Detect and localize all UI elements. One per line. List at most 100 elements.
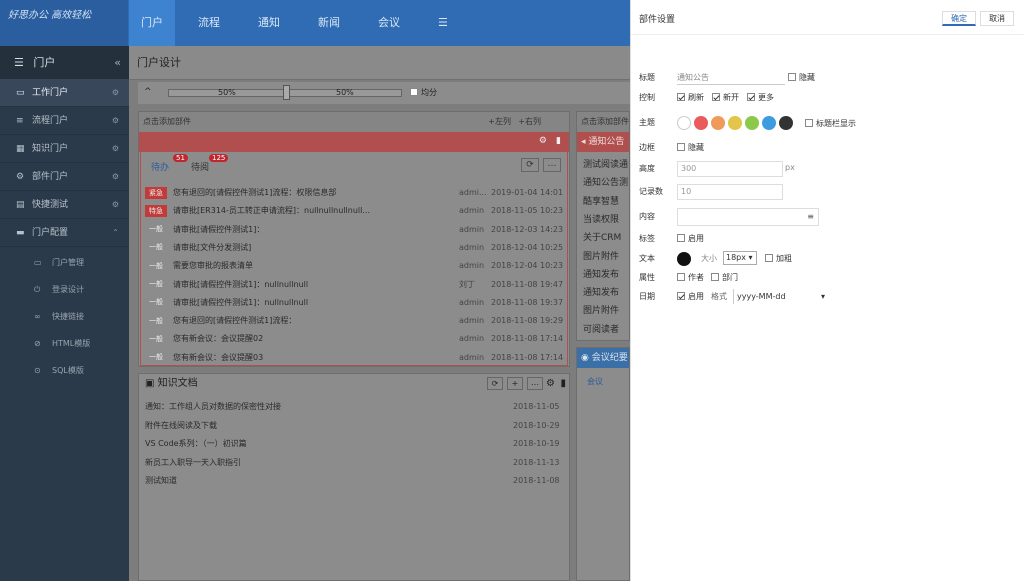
dept-checkbox[interactable]: 部门 (711, 272, 738, 283)
notice-row[interactable]: 通知公告测 (583, 174, 628, 192)
date-format-select[interactable]: yyyy-MM-dd ▾ (733, 289, 829, 304)
sidebar-item-label: 知识门户 (32, 144, 69, 154)
notice-row[interactable]: 测试阅读通 (583, 156, 628, 174)
add-icon[interactable]: + (507, 377, 523, 390)
trash-icon[interactable]: ▮ (560, 374, 566, 394)
knowledge-date: 2018-10-19 (513, 439, 560, 448)
knowledge-date: 2018-11-08 (513, 476, 560, 485)
font-size-select[interactable]: 18px ▾ (723, 251, 757, 265)
sidebar-item-test[interactable]: ▤ 快捷测试 ⚙ (0, 191, 129, 219)
split-checkbox[interactable]: 均分 (410, 87, 437, 98)
theme-color-swatch[interactable] (694, 116, 708, 130)
cancel-button[interactable]: 取消 (980, 11, 1014, 26)
sidebar-subitem-html[interactable]: ⊘ HTML模版 (0, 330, 129, 357)
add-widget-hint[interactable]: 点击添加部件 (143, 117, 191, 126)
todo-row[interactable]: 一般 您有新会议：会议提醒03 (145, 349, 263, 367)
more-icon[interactable]: … (527, 377, 543, 390)
todo-row[interactable]: 一般 请审批[请假控件测试1]： (145, 221, 264, 239)
theme-color-swatch[interactable] (762, 116, 776, 130)
sidebar-item-widget[interactable]: ⚙ 部件门户 ⚙ (0, 163, 129, 191)
knowledge-row[interactable]: 新员工入职导一天入职指引 (145, 454, 241, 472)
todo-row[interactable]: 紧急 您有退回的[请假控件测试1]流程：权限信息部 (145, 184, 336, 202)
notice-row[interactable]: 图片附件 (583, 302, 619, 320)
knowledge-row[interactable]: 通知：工作组人员对数据的保密性对接 (145, 398, 281, 416)
gear-icon[interactable]: ⚙ (546, 374, 555, 394)
tab-meeting[interactable]: 会议 (577, 368, 629, 395)
author-checkbox[interactable]: 作者 (677, 272, 704, 283)
todo-user: admin (459, 261, 485, 271)
notice-row[interactable]: 酷享智慧 (583, 193, 619, 211)
panel-hint[interactable]: 点击添加部件 (577, 112, 629, 132)
trash-icon[interactable]: ▮ (556, 136, 561, 146)
border-checkbox[interactable]: 隐藏 (677, 142, 704, 153)
tab-read[interactable]: 待阅 125 (191, 154, 229, 173)
sidebar-subitem-sql[interactable]: ⊙ SQL模版 (0, 357, 129, 384)
gear-icon[interactable]: ⚙ (539, 136, 547, 146)
todo-row[interactable]: 特急 请审批[ER314-员工转正申请流程]：nullnullnullnull..… (145, 202, 370, 220)
nav-news[interactable]: 新闻 (306, 0, 352, 46)
chevron-up-icon: ⌃ (112, 228, 119, 237)
nav-notice[interactable]: 通知 (246, 0, 292, 46)
collapse-icon[interactable]: ^ (144, 87, 152, 97)
todo-row[interactable]: 一般 您有退回的[请假控件测试1]流程： (145, 312, 296, 330)
more-checkbox[interactable]: 更多 (747, 92, 774, 103)
notice-row[interactable]: 关于CRM (583, 229, 621, 247)
titlebar-checkbox[interactable]: 标题栏显示 (805, 118, 856, 129)
sidebar-item-work[interactable]: ▭ 工作门户 ⚙ (0, 79, 129, 107)
slider-handle[interactable] (283, 85, 290, 100)
notice-row[interactable]: 通知发布 (583, 284, 619, 302)
todo-row[interactable]: 一般 需要您审批的报表清单 (145, 257, 253, 275)
date-checkbox[interactable]: 启用 (677, 291, 704, 302)
todo-row[interactable]: 一般 您有新会议：会议提醒02 (145, 330, 263, 348)
notice-row[interactable]: 通知发布 (583, 266, 619, 284)
sidebar-item-workflow[interactable]: ≡ 流程门户 ⚙ (0, 107, 129, 135)
rowcount-input[interactable]: 10 (677, 184, 783, 200)
sidebar-subitem-portal-manage[interactable]: ▭ 门户管理 (0, 249, 129, 276)
nav-meeting[interactable]: 会议 (366, 0, 412, 46)
sidebar-item-config[interactable]: ▬ 门户配置 ⌃ (0, 219, 129, 247)
newopen-checkbox[interactable]: 新开 (712, 92, 739, 103)
todo-row[interactable]: 一般 请审批[请假控件测试1]：nullnullnull (145, 276, 308, 294)
todo-row[interactable]: 一般 请审批[请假控件测试1]：nullnullnull (145, 294, 308, 312)
sidebar-subitem-link[interactable]: ∞ 快捷链接 (0, 303, 129, 330)
tag-checkbox[interactable]: 启用 (677, 233, 704, 244)
more-icon[interactable]: … (543, 158, 561, 172)
refresh-icon[interactable]: ⟳ (487, 377, 503, 390)
todo-time: 2018-11-08 17:14 (491, 334, 564, 344)
content-select[interactable]: ≡ (677, 208, 819, 226)
collapse-icon[interactable]: « (114, 46, 121, 79)
sidebar-subitem-login[interactable]: ⏻ 登录设计 (0, 276, 129, 303)
notice-row[interactable]: 当读权限 (583, 211, 619, 229)
height-input[interactable]: 300 (677, 161, 783, 177)
author-label: 作者 (688, 273, 704, 282)
title-input[interactable]: 通知公告 (677, 71, 785, 85)
theme-color-swatch[interactable] (728, 116, 742, 130)
sidebar-item-knowledge[interactable]: ▦ 知识门户 ⚙ (0, 135, 129, 163)
todo-row[interactable]: 一般 请审批[文件分发测试] (145, 239, 251, 257)
hamburger-icon[interactable]: ☰ (426, 0, 460, 46)
confirm-button[interactable]: 确定 (942, 11, 976, 26)
knowledge-row[interactable]: VS Code系列：（一）初识篇 (145, 435, 247, 453)
refresh-icon[interactable]: ⟳ (521, 158, 539, 172)
notice-panel: 点击添加部件 ◂ 通知公告 测试阅读通 通知公告测 酷享智慧 当读权限 关于CRM 图片附… (576, 111, 630, 341)
text-color-swatch[interactable] (677, 252, 691, 266)
dept-label: 部门 (722, 273, 738, 282)
hide-title-checkbox[interactable]: 隐藏 (788, 72, 815, 83)
bold-checkbox[interactable]: 加粗 (765, 253, 792, 264)
theme-color-swatch[interactable] (779, 116, 793, 130)
nav-portal[interactable]: 门户 (129, 0, 175, 46)
nav-workflow[interactable]: 流程 (186, 0, 232, 46)
refresh-checkbox[interactable]: 刷新 (677, 92, 704, 103)
notice-row[interactable]: 可阅读者 (583, 321, 619, 339)
theme-color-swatch[interactable] (745, 116, 759, 130)
meeting-title: 会议纪要 (591, 353, 628, 363)
add-right-column[interactable]: +右列 (518, 112, 541, 132)
theme-color-swatch[interactable] (711, 116, 725, 130)
sidebar-subitem-label: 门户管理 (52, 258, 84, 267)
theme-color-swatch[interactable] (677, 116, 691, 130)
add-left-column[interactable]: +左列 (488, 112, 511, 132)
notice-row[interactable]: 图片附件 (583, 248, 619, 266)
knowledge-row[interactable]: 附件在线阅读及下载 (145, 417, 217, 435)
tab-todo[interactable]: 待办 51 (151, 154, 188, 173)
knowledge-row[interactable]: 测试知道 (145, 472, 177, 490)
